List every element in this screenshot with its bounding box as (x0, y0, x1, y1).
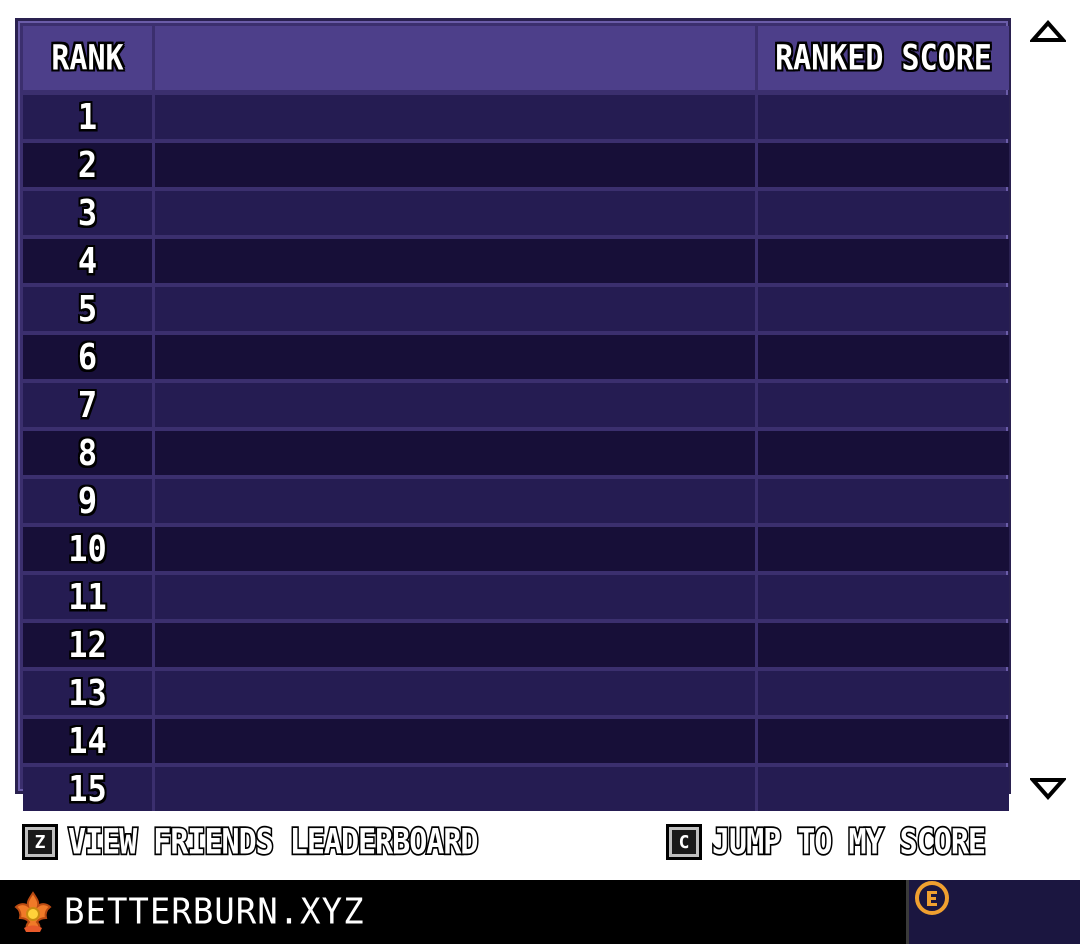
table-row[interactable]: 4 (23, 239, 1009, 283)
player-name-cell (155, 431, 758, 475)
score-cell (758, 239, 1009, 283)
rank-value: 1 (77, 96, 98, 138)
score-cell (758, 575, 1009, 619)
score-cell (758, 671, 1009, 715)
rank-cell: 7 (23, 383, 155, 427)
player-name-cell (155, 623, 758, 667)
arrow-down-icon[interactable] (1030, 776, 1066, 800)
c-key-icon: C (666, 824, 702, 860)
flame-flower-icon (14, 891, 52, 932)
player-name-cell (155, 239, 758, 283)
rank-value: 7 (77, 384, 98, 426)
table-row[interactable]: 1 (23, 95, 1009, 139)
rank-cell: 15 (23, 767, 155, 811)
rank-cell: 3 (23, 191, 155, 235)
table-row[interactable]: 8 (23, 431, 1009, 475)
table-row[interactable]: 12 (23, 623, 1009, 667)
header-score-cell: RANKED SCORE (758, 26, 1009, 90)
rank-cell: 9 (23, 479, 155, 523)
rank-value: 9 (77, 480, 98, 522)
score-cell (758, 383, 1009, 427)
rank-value: 2 (77, 144, 98, 186)
jump-to-score-label: JUMP TO MY SCORE (711, 820, 988, 864)
rank-value: 5 (77, 288, 98, 330)
player-name-cell (155, 383, 758, 427)
view-friends-leaderboard-button[interactable]: Z VIEW FRIENDS LEADERBOARD (22, 820, 480, 864)
table-row[interactable]: 14 (23, 719, 1009, 763)
rank-cell: 10 (23, 527, 155, 571)
rank-cell: 13 (23, 671, 155, 715)
arrow-up-icon[interactable] (1030, 20, 1066, 44)
rank-cell: 12 (23, 623, 155, 667)
rank-value: 10 (68, 528, 107, 570)
header-rank-label: RANK (51, 37, 124, 79)
score-cell (758, 335, 1009, 379)
rank-cell: 8 (23, 431, 155, 475)
table-row[interactable]: 13 (23, 671, 1009, 715)
jump-to-my-score-button[interactable]: C JUMP TO MY SCORE (666, 820, 988, 864)
header-rank-cell: RANK (23, 26, 155, 90)
brand-name[interactable]: BETTERBURN.XYZ (64, 891, 365, 933)
rank-cell: 6 (23, 335, 155, 379)
rank-cell: 1 (23, 95, 155, 139)
table-row[interactable]: 9 (23, 479, 1009, 523)
rank-value: 8 (77, 432, 98, 474)
rank-cell: 14 (23, 719, 155, 763)
score-cell (758, 431, 1009, 475)
table-row[interactable]: 3 (23, 191, 1009, 235)
player-name-cell (155, 719, 758, 763)
score-cell (758, 143, 1009, 187)
view-friends-label: VIEW FRIENDS LEADERBOARD (66, 820, 479, 864)
table-row[interactable]: 7 (23, 383, 1009, 427)
player-name-cell (155, 191, 758, 235)
score-cell (758, 767, 1009, 811)
score-cell (758, 719, 1009, 763)
z-key-icon: Z (22, 824, 58, 860)
leaderboard-table: RANK RANKED SCORE 1 2 3 4 5 6 7 8 9 10 11 12 13 14 15 (15, 18, 1011, 811)
player-name-cell (155, 287, 758, 331)
rank-value: 15 (68, 768, 107, 810)
score-cell (758, 95, 1009, 139)
player-name-cell (155, 335, 758, 379)
rank-cell: 4 (23, 239, 155, 283)
player-name-cell (155, 143, 758, 187)
player-name-cell (155, 671, 758, 715)
score-cell (758, 479, 1009, 523)
leaderboard-screen: RANK RANKED SCORE 1 2 3 4 5 6 7 8 9 10 11 12 13 14 15 … (0, 0, 1080, 944)
rank-value: 13 (68, 672, 107, 714)
table-header: RANK RANKED SCORE (23, 26, 1009, 90)
score-cell (758, 623, 1009, 667)
rank-value: 12 (68, 624, 107, 666)
score-cell (758, 527, 1009, 571)
player-name-cell (155, 527, 758, 571)
rank-value: 4 (77, 240, 98, 282)
table-row[interactable]: 15 (23, 767, 1009, 811)
table-row[interactable]: 5 (23, 287, 1009, 331)
player-name-cell (155, 95, 758, 139)
header-score-label: RANKED SCORE (775, 37, 992, 79)
player-name-cell (155, 479, 758, 523)
player-name-cell (155, 767, 758, 811)
score-cell (758, 191, 1009, 235)
rank-value: 14 (68, 720, 107, 762)
score-cell (758, 287, 1009, 331)
table-row[interactable]: 2 (23, 143, 1009, 187)
table-row[interactable]: 6 (23, 335, 1009, 379)
player-name-cell (155, 575, 758, 619)
table-row[interactable]: 11 (23, 575, 1009, 619)
rank-value: 11 (68, 576, 107, 618)
header-name-cell (155, 26, 758, 90)
rank-value: 3 (77, 192, 98, 234)
rank-value: 6 (77, 336, 98, 378)
rank-cell: 2 (23, 143, 155, 187)
table-row[interactable]: 10 (23, 527, 1009, 571)
coin-emblem-icon (915, 881, 949, 915)
rank-cell: 11 (23, 575, 155, 619)
rank-cell: 5 (23, 287, 155, 331)
